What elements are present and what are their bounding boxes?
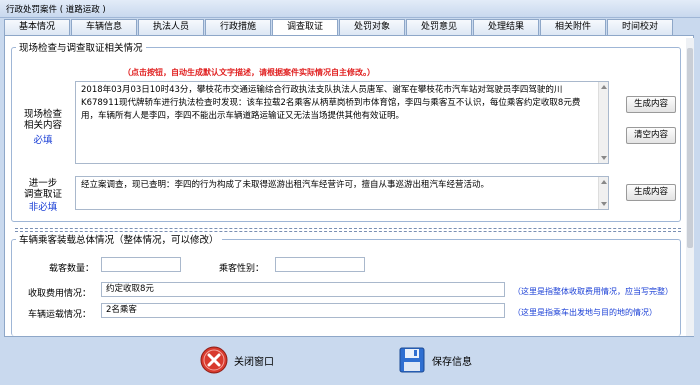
- tab-result[interactable]: 处理结果: [473, 19, 539, 35]
- tab-officers[interactable]: 执法人员: [138, 19, 204, 35]
- tab-panel: 现场检查与调查取证相关情况 （点击按钮，自动生成默认文字描述，请根据案件实际情况…: [4, 35, 694, 337]
- further-content-textarea[interactable]: 经立案调查，现已查明：李四的行为构成了未取得巡游出租汽车经营许可，擅自从事巡游出…: [75, 176, 609, 210]
- inspection-section-title: 现场检查与调查取证相关情况: [19, 43, 143, 54]
- tab-bar: 基本情况 车辆信息 执法人员 行政措施 调查取证 处罚对象 处罚意见 处理结果 …: [4, 19, 674, 36]
- tab-time-check[interactable]: 时间校对: [607, 19, 673, 35]
- tab-admin-measures[interactable]: 行政措施: [205, 19, 271, 35]
- scrollbar-thumb[interactable]: [687, 48, 693, 248]
- route-label: 车辆运载情况：: [28, 310, 92, 320]
- passenger-gender-input[interactable]: [275, 257, 365, 272]
- tab-attachments[interactable]: 相关附件: [540, 19, 606, 35]
- fee-note: （这里是指整体收取费用情况，应当写完整）: [513, 287, 673, 296]
- fee-input[interactable]: 约定收取8元: [101, 282, 505, 297]
- tab-penalty-target[interactable]: 处罚对象: [339, 19, 405, 35]
- save-icon: [399, 347, 425, 373]
- fee-label: 收取费用情况：: [28, 289, 92, 299]
- passenger-count-label: 载客数量：: [49, 264, 95, 274]
- further-label: 进一步 调查取证 非必填: [17, 178, 69, 213]
- save-info-label: 保存信息: [432, 356, 472, 368]
- tab-investigation[interactable]: 调查取证: [272, 19, 338, 36]
- generate-further-button[interactable]: 生成内容: [626, 184, 676, 201]
- window-title: 行政处罚案件 ( 道路运政 ): [0, 0, 700, 18]
- optional-marker: 非必填: [28, 202, 58, 213]
- save-info-button[interactable]: 保存信息: [398, 346, 472, 374]
- tab-penalty-opinion[interactable]: 处罚意见: [406, 19, 472, 35]
- clear-inspect-button[interactable]: 清空内容: [626, 127, 676, 144]
- tab-basic-info[interactable]: 基本情况: [4, 19, 70, 35]
- close-window-label: 关闭窗口: [234, 356, 274, 368]
- inspect-label: 现场检查 相关内容 必填: [17, 109, 69, 146]
- generate-inspect-button[interactable]: 生成内容: [626, 96, 676, 113]
- load-section-title: 车辆乘客装载总体情况（整体情况，可以修改）: [19, 235, 219, 246]
- divider: [15, 228, 681, 229]
- required-marker: 必填: [33, 135, 53, 146]
- panel-scrollbar[interactable]: [686, 38, 694, 336]
- close-window-button[interactable]: 关闭窗口: [200, 346, 274, 374]
- passenger-count-input[interactable]: [101, 257, 181, 272]
- route-input[interactable]: 2名乘客: [101, 303, 505, 318]
- close-icon: [200, 346, 228, 374]
- auto-generate-hint: （点击按钮，自动生成默认文字描述，请根据案件实际情况自主修改。）: [123, 68, 375, 77]
- route-note: （这里是指乘车出发地与目的地的情况）: [513, 308, 657, 317]
- passenger-gender-label: 乘客性别：: [219, 264, 265, 274]
- tab-vehicle-info[interactable]: 车辆信息: [71, 19, 137, 35]
- textarea-scrollbar[interactable]: [598, 82, 608, 163]
- textarea-scrollbar[interactable]: [598, 177, 608, 209]
- inspect-content-textarea[interactable]: 2018年03月03日10时43分，攀枝花市交通运输综合行政执法支队执法人员唐军…: [75, 81, 609, 164]
